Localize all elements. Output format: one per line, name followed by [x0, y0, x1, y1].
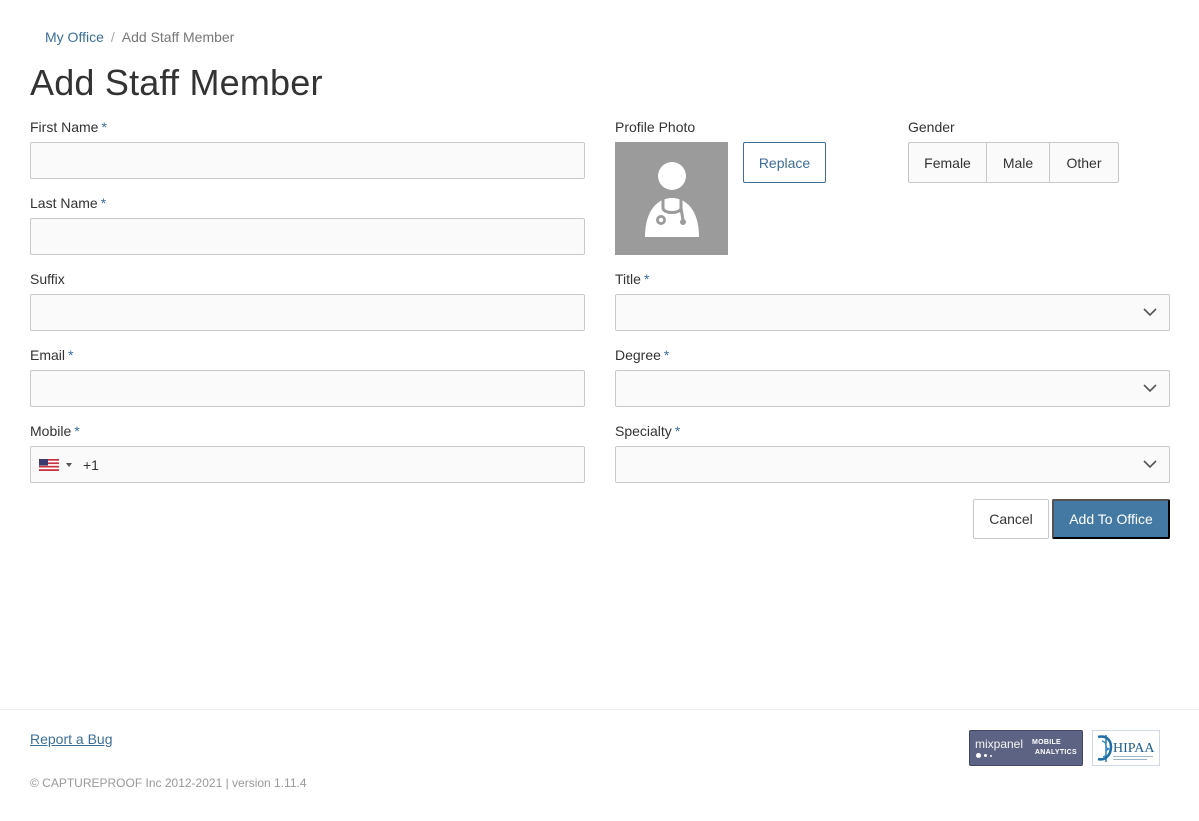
specialty-select[interactable]: [615, 446, 1170, 483]
footer-divider: [0, 709, 1199, 710]
suffix-input[interactable]: [30, 294, 585, 331]
required-marker: *: [674, 423, 681, 439]
us-flag-icon[interactable]: [39, 459, 59, 471]
specialty-label: Specialty *: [615, 423, 681, 439]
email-input[interactable]: [30, 370, 585, 407]
mixpanel-line2: ANALYTICS: [1034, 749, 1077, 756]
page-title: Add Staff Member: [30, 62, 323, 103]
country-dropdown-caret-icon[interactable]: [66, 463, 72, 467]
breadcrumb-home-link[interactable]: My Office: [45, 29, 104, 45]
email-label: Email *: [30, 347, 74, 363]
mixpanel-badge[interactable]: mixpanel MOBILE ANALYTICS: [969, 730, 1083, 766]
mixpanel-brand: mixpanel: [975, 737, 1024, 751]
first-name-input[interactable]: [30, 142, 585, 179]
hipaa-badge[interactable]: HIPAA: [1092, 730, 1160, 766]
required-marker: *: [74, 423, 80, 439]
title-label: Title *: [615, 271, 650, 287]
profile-photo: [615, 142, 728, 255]
gender-toggle-group: Female Male Other: [908, 142, 1119, 183]
gender-label: Gender: [908, 119, 955, 135]
mobile-input[interactable]: +1: [30, 446, 585, 483]
degree-select[interactable]: [615, 370, 1170, 407]
mobile-country-code: +1: [83, 457, 99, 473]
required-marker: *: [663, 347, 670, 363]
last-name-input[interactable]: [30, 218, 585, 255]
chevron-down-icon: [1143, 308, 1157, 317]
required-marker: *: [101, 119, 107, 135]
hipaa-text: HIPAA: [1113, 741, 1155, 756]
add-to-office-button[interactable]: Add To Office: [1052, 499, 1170, 539]
mixpanel-dots-icon: [976, 753, 992, 758]
mobile-label: Mobile *: [30, 423, 80, 439]
gender-option-female[interactable]: Female: [909, 143, 987, 182]
breadcrumb: My Office / Add Staff Member: [45, 29, 234, 45]
breadcrumb-separator: /: [110, 29, 115, 45]
chevron-down-icon: [1143, 460, 1157, 469]
breadcrumb-current: Add Staff Member: [121, 29, 235, 45]
report-bug-link[interactable]: Report a Bug: [30, 731, 113, 747]
required-marker: *: [643, 271, 650, 287]
doctor-avatar-icon: [645, 162, 699, 237]
mixpanel-line1: MOBILE: [1032, 739, 1062, 746]
degree-label: Degree *: [615, 347, 670, 363]
required-marker: *: [68, 347, 74, 363]
title-select[interactable]: [615, 294, 1170, 331]
first-name-label: First Name *: [30, 119, 107, 135]
replace-photo-button[interactable]: Replace: [743, 142, 826, 183]
gender-option-male[interactable]: Male: [987, 143, 1050, 182]
gender-option-other[interactable]: Other: [1050, 143, 1118, 182]
suffix-label: Suffix: [30, 271, 65, 287]
last-name-label: Last Name *: [30, 195, 107, 211]
chevron-down-icon: [1143, 384, 1157, 393]
profile-photo-label: Profile Photo: [615, 119, 696, 135]
hipaa-logo-icon: HIPAA: [1097, 735, 1155, 762]
copyright-text: © CAPTUREPROOF Inc 2012-2021 | version 1…: [30, 776, 307, 790]
cancel-button[interactable]: Cancel: [973, 499, 1049, 539]
required-marker: *: [100, 195, 107, 211]
